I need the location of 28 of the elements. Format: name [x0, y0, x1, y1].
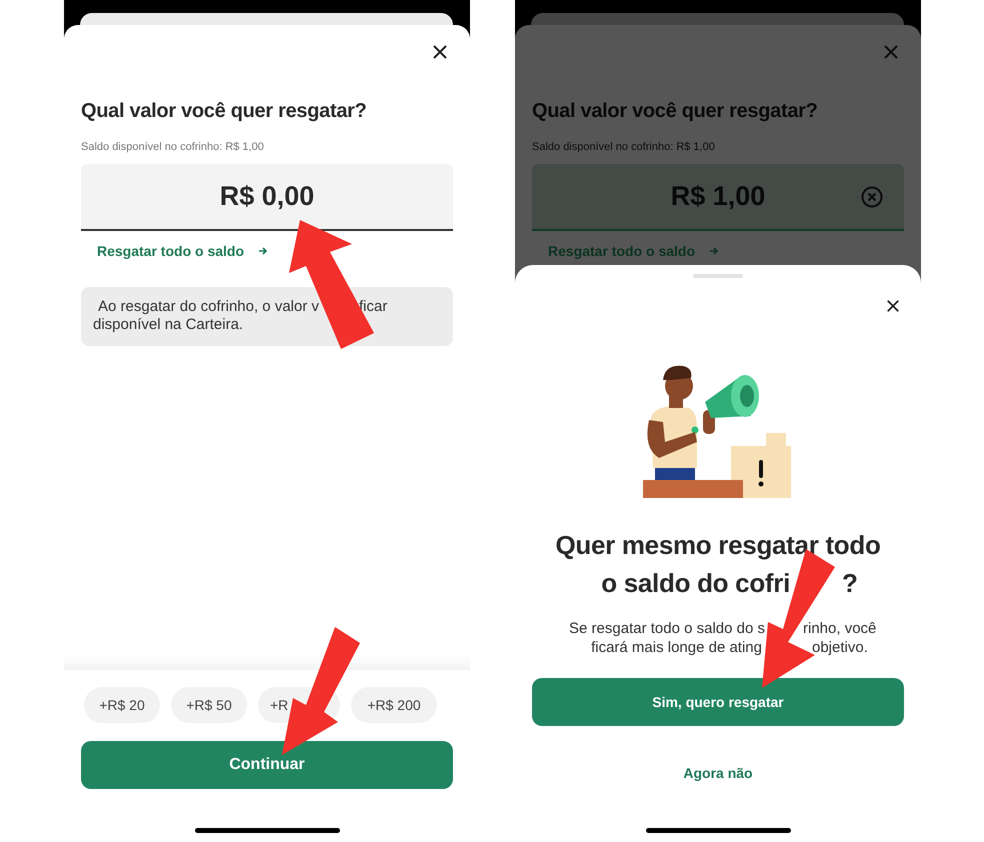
amount-value: R$ 1,00	[670, 180, 766, 214]
dialog-title: Quer mesmo resgatar todo	[555, 529, 881, 562]
dialog-title: ?	[842, 567, 858, 600]
quick-amount-chip[interactable]: +R$ 20	[84, 687, 160, 723]
dialog-title: o saldo do cofri	[600, 567, 790, 600]
info-message: ficar	[359, 298, 388, 316]
dialog-message: ficará mais longe de ating	[590, 638, 762, 657]
continue-button[interactable]: Continuar	[81, 741, 453, 789]
dialog-message: Se resgatar todo o saldo do s	[568, 619, 765, 638]
clear-icon[interactable]	[861, 186, 883, 208]
cancel-link[interactable]: Agora não	[683, 763, 753, 783]
screen-title: Qual valor você quer resgatar?	[81, 99, 368, 124]
arrow-right-icon	[258, 246, 268, 256]
amount-value: R$ 0,00	[220, 180, 314, 214]
dialog-message: objetivo.	[812, 638, 868, 657]
quick-amount-chip[interactable]: +R$ 50	[171, 687, 247, 723]
info-message: disponível na Carteira.	[93, 316, 244, 334]
balance-label: Saldo disponível no cofrinho: R$ 1,00	[81, 140, 265, 155]
arrow-right-icon	[709, 246, 720, 256]
close-button[interactable]	[885, 298, 901, 314]
balance-label: Saldo disponível no cofrinho: R$ 1,00	[532, 140, 716, 155]
dialog-message: rinho, você	[803, 619, 876, 638]
withdraw-all-link[interactable]: Resgatar todo o saldo	[97, 241, 268, 261]
info-message: Ao resgatar do cofrinho, o valor v	[97, 298, 319, 316]
screen-title: Qual valor você quer resgatar?	[532, 99, 819, 124]
quick-amount-chip[interactable]: +R$ 200	[351, 687, 437, 723]
amount-field[interactable]: R$ 0,00	[81, 164, 453, 231]
confirm-button[interactable]: Sim, quero resgatar	[532, 678, 904, 726]
